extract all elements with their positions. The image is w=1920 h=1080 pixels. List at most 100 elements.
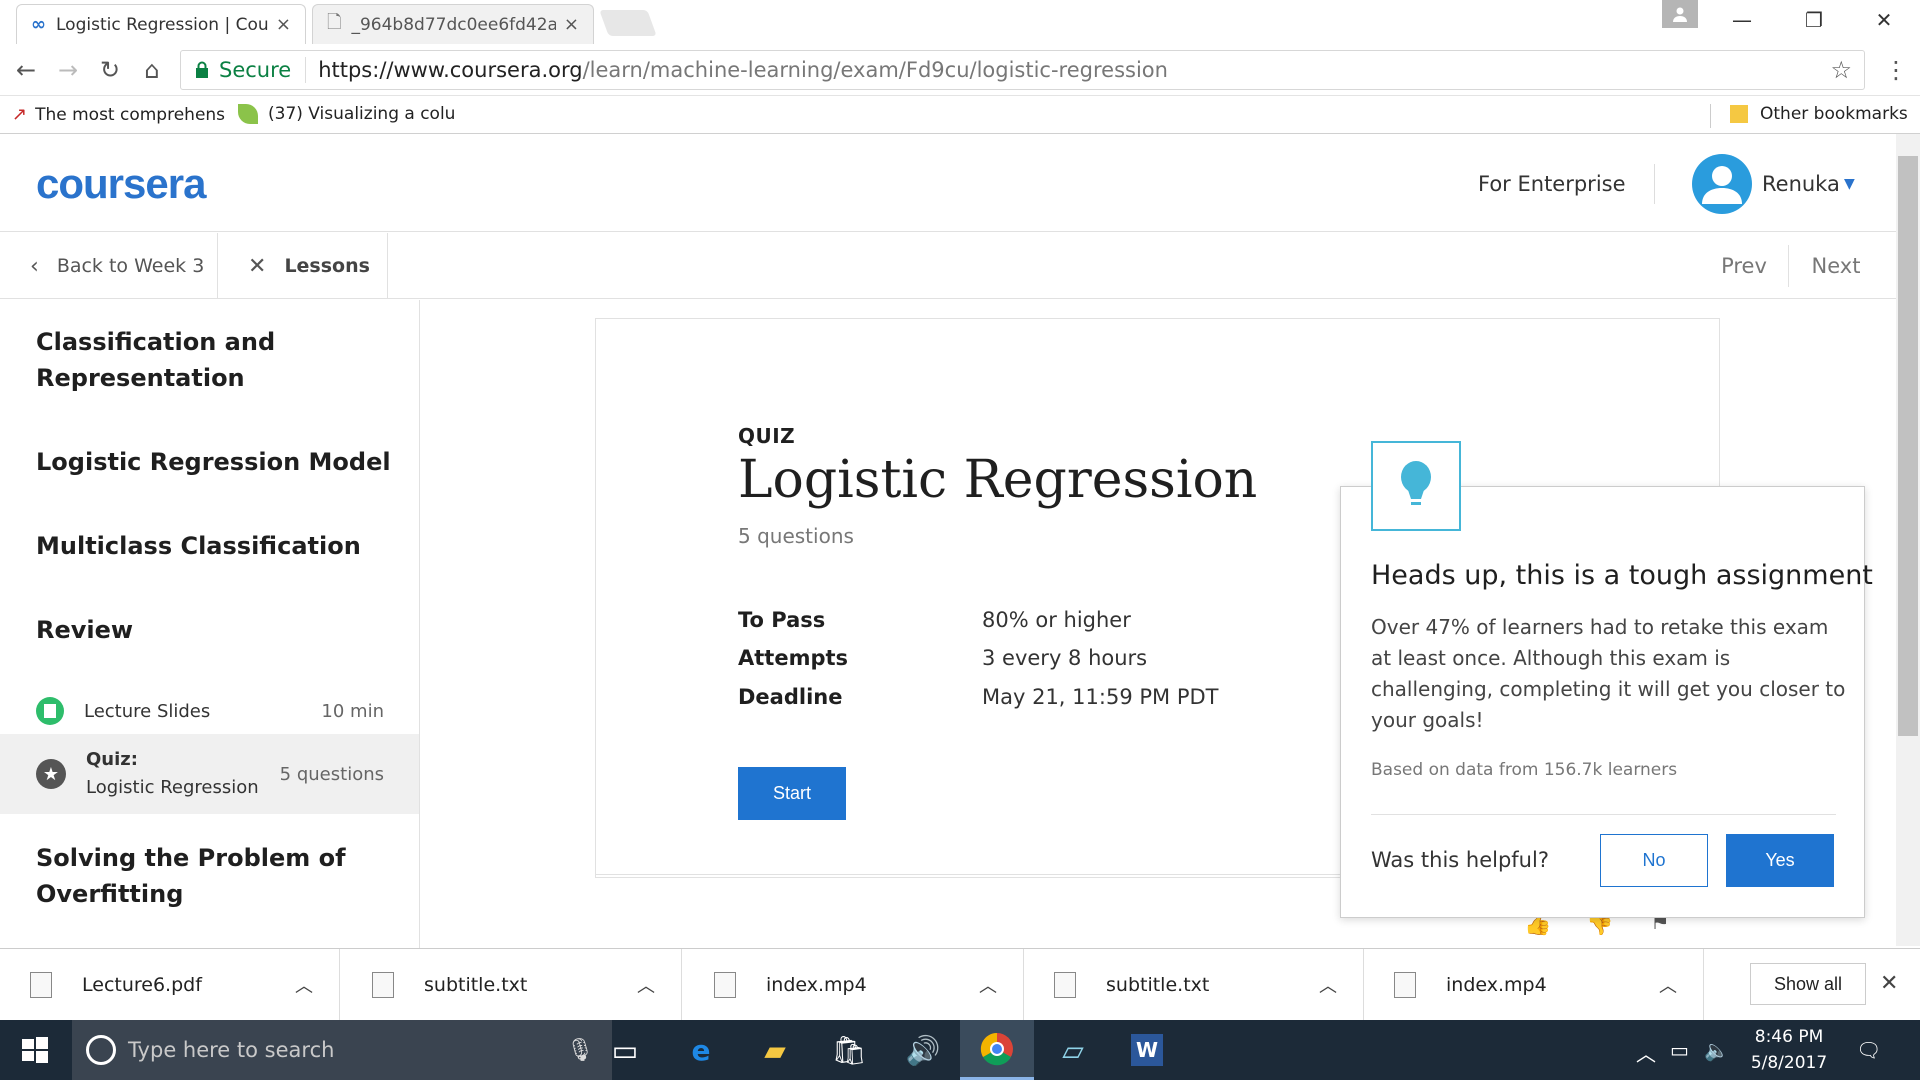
video-file-icon bbox=[1394, 972, 1416, 998]
start-button[interactable]: Start bbox=[738, 767, 846, 820]
tab-close-icon[interactable]: × bbox=[276, 14, 291, 35]
task-view-icon[interactable]: ▭ bbox=[588, 1020, 662, 1080]
download-shelf: Lecture6.pdf ︿ subtitle.txt ︿ index.mp4 … bbox=[0, 948, 1920, 1021]
back-to-week-label: Back to Week 3 bbox=[56, 255, 205, 277]
sidebar-section-heading[interactable]: Multiclass Classification bbox=[36, 528, 396, 564]
battery-icon[interactable]: ▭ bbox=[1670, 1038, 1689, 1062]
forward-arrow-icon[interactable]: → bbox=[52, 54, 84, 86]
reload-icon[interactable]: ↻ bbox=[94, 54, 126, 86]
tab-close-icon[interactable]: × bbox=[564, 14, 579, 35]
caret-down-icon[interactable]: ▼ bbox=[1844, 176, 1855, 192]
taskbar-search[interactable]: Type here to search 🎙 bbox=[72, 1020, 612, 1080]
sidebar-section-heading[interactable]: Classification and Representation bbox=[36, 324, 396, 396]
new-tab-button[interactable] bbox=[599, 10, 657, 36]
yes-button[interactable]: Yes bbox=[1726, 834, 1834, 887]
chart-icon: ↗ bbox=[12, 104, 28, 125]
bookmark-item[interactable]: ↗ The most comprehens bbox=[12, 104, 225, 125]
home-icon[interactable]: ⌂ bbox=[136, 54, 168, 86]
lesson-sidebar: Classification and Representation Logist… bbox=[0, 300, 420, 950]
download-filename: Lecture6.pdf bbox=[82, 974, 202, 996]
chevron-up-icon[interactable]: ︿ bbox=[1659, 972, 1677, 998]
star-icon: ★ bbox=[36, 759, 66, 789]
next-button[interactable]: Next bbox=[1790, 233, 1882, 299]
bookmark-star-icon[interactable]: ☆ bbox=[1830, 56, 1852, 84]
tab-file[interactable]: 🗋 _964b8d77dc0ee6fd42ac × bbox=[312, 4, 594, 44]
sidebar-section-heading[interactable]: Review bbox=[36, 612, 396, 648]
scrollbar-thumb[interactable] bbox=[1898, 156, 1918, 736]
for-enterprise-link[interactable]: For Enterprise bbox=[1478, 172, 1626, 196]
chrome-icon[interactable] bbox=[960, 1020, 1034, 1080]
tab-title: _964b8d77dc0ee6fd42ac bbox=[351, 14, 556, 35]
volume-icon[interactable]: 🔈 bbox=[1704, 1038, 1729, 1062]
restore-icon[interactable]: ❐ bbox=[1778, 0, 1850, 40]
tab-title: Logistic Regression | Cou bbox=[56, 14, 268, 35]
url-path: /learn/machine-learning/exam/Fd9cu/logis… bbox=[582, 58, 1168, 82]
no-button[interactable]: No bbox=[1600, 834, 1708, 887]
lightbulb-badge bbox=[1371, 441, 1461, 531]
download-item[interactable]: subtitle.txt ︿ bbox=[342, 949, 682, 1021]
user-name[interactable]: Renuka bbox=[1762, 172, 1840, 196]
file-explorer-icon[interactable]: ▰ bbox=[738, 1020, 812, 1080]
show-all-button[interactable]: Show all bbox=[1750, 963, 1866, 1005]
avatar[interactable] bbox=[1692, 154, 1752, 214]
back-to-week-button[interactable]: ‹ Back to Week 3 bbox=[0, 233, 218, 299]
helpful-question: Was this helpful? bbox=[1371, 848, 1549, 872]
to-pass-value: 80% or higher bbox=[982, 608, 1131, 632]
lightbulb-icon bbox=[1401, 461, 1431, 505]
site-header: coursera For Enterprise Renuka ▼ bbox=[0, 134, 1896, 232]
tab-logistic-regression[interactable]: ∞ Logistic Regression | Cou × bbox=[16, 4, 306, 44]
chevron-up-icon[interactable]: ︿ bbox=[295, 972, 313, 998]
chevron-up-icon[interactable]: ︿ bbox=[1636, 1038, 1656, 1067]
bookmark-item[interactable]: (37) Visualizing a colu bbox=[238, 104, 455, 124]
download-item[interactable]: index.mp4 ︿ bbox=[684, 949, 1024, 1021]
bookmark-label: (37) Visualizing a colu bbox=[268, 104, 456, 124]
popup-divider bbox=[1371, 814, 1836, 815]
download-item[interactable]: subtitle.txt ︿ bbox=[1024, 949, 1364, 1021]
notes-app-icon[interactable]: ▱ bbox=[1036, 1020, 1110, 1080]
chevron-up-icon[interactable]: ︿ bbox=[637, 972, 655, 998]
menu-icon[interactable]: ⋮ bbox=[1880, 54, 1912, 86]
secure-indicator[interactable]: Secure bbox=[181, 57, 307, 83]
store-icon[interactable]: 🛍 bbox=[812, 1020, 886, 1080]
lessons-label: Lessons bbox=[284, 255, 370, 277]
close-icon[interactable]: ✕ bbox=[1880, 971, 1898, 996]
secure-label: Secure bbox=[219, 58, 292, 82]
notifications-icon[interactable]: 🗨 bbox=[1856, 1038, 1881, 1062]
coursera-logo[interactable]: coursera bbox=[36, 160, 206, 208]
sidebar-section-heading[interactable]: Logistic Regression Model bbox=[36, 444, 396, 480]
chevron-up-icon[interactable]: ︿ bbox=[1319, 972, 1337, 998]
prev-button[interactable]: Prev bbox=[1700, 233, 1788, 299]
text-file-icon bbox=[372, 972, 394, 998]
url-host: https://www.coursera.org bbox=[318, 58, 583, 82]
lessons-toggle-button[interactable]: ✕ Lessons bbox=[218, 233, 388, 299]
download-item[interactable]: index.mp4 ︿ bbox=[1364, 949, 1704, 1021]
word-icon[interactable]: W bbox=[1110, 1020, 1184, 1080]
popup-body: Over 47% of learners had to retake this … bbox=[1371, 615, 1846, 732]
download-item[interactable]: Lecture6.pdf ︿ bbox=[0, 949, 340, 1021]
speaker-app-icon[interactable]: 🔊 bbox=[886, 1020, 960, 1080]
sidebar-section-heading[interactable]: Solving the Problem of Overfitting bbox=[36, 840, 396, 912]
back-arrow-icon[interactable]: ← bbox=[10, 54, 42, 86]
to-pass-label: To Pass bbox=[738, 608, 826, 632]
sidebar-item-lecture-slides[interactable]: Lecture Slides 10 min bbox=[0, 680, 419, 742]
chevron-up-icon[interactable]: ︿ bbox=[979, 972, 997, 998]
folder-icon bbox=[1730, 105, 1748, 123]
address-bar[interactable]: Secure https://www.coursera.org/learn/ma… bbox=[180, 50, 1865, 90]
sidebar-item-quiz[interactable]: ★ Quiz: Logistic Regression 5 questions bbox=[0, 734, 419, 814]
deadline-label: Deadline bbox=[738, 685, 843, 709]
coursera-favicon-icon: ∞ bbox=[31, 14, 46, 35]
other-bookmarks[interactable]: Other bookmarks bbox=[1730, 104, 1908, 124]
card-divider bbox=[596, 874, 1341, 875]
close-window-icon[interactable]: ✕ bbox=[1848, 0, 1920, 40]
sidebar-item-label: Lecture Slides bbox=[84, 700, 211, 722]
windows-taskbar: Type here to search 🎙 ▭ e ▰ 🛍 🔊 ▱ W ︿ ▭ … bbox=[0, 1020, 1920, 1080]
windows-start-icon[interactable] bbox=[20, 1036, 50, 1068]
bookmark-label: The most comprehens bbox=[35, 104, 226, 125]
edge-icon[interactable]: e bbox=[664, 1020, 738, 1080]
system-clock[interactable]: 8:46 PM 5/8/2017 bbox=[1734, 1024, 1844, 1076]
search-input[interactable]: Type here to search bbox=[128, 1038, 334, 1062]
bookmarks-bar: ↗ The most comprehens (37) Visualizing a… bbox=[0, 96, 1920, 134]
download-filename: subtitle.txt bbox=[424, 974, 528, 996]
profile-icon[interactable] bbox=[1662, 0, 1698, 28]
minimize-icon[interactable]: — bbox=[1706, 0, 1778, 40]
